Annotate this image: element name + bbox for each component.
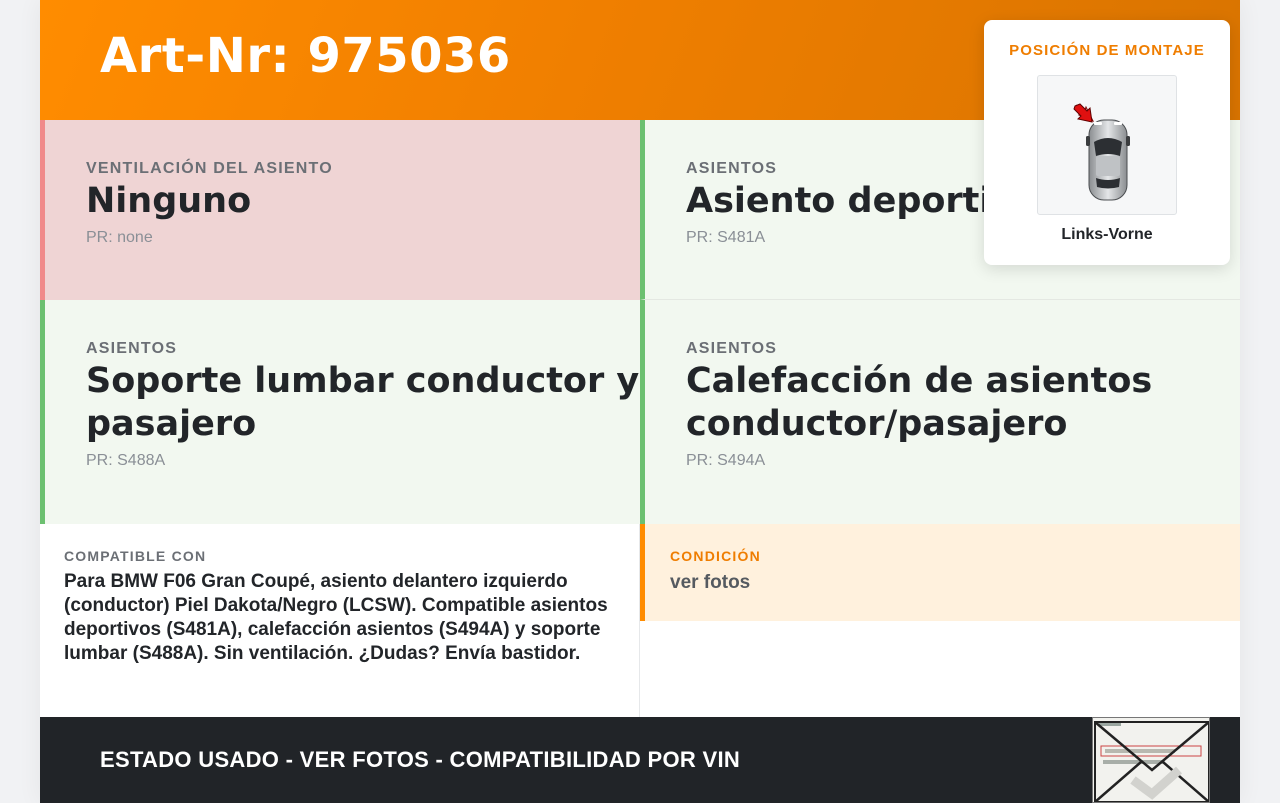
mounting-position-label: POSICIÓN DE MONTAJE — [1009, 42, 1205, 59]
feature-lumbar-support: ASIENTOS Soporte lumbar conductor y pasa… — [40, 300, 640, 524]
feature-value: Soporte lumbar conductor y pasajero — [86, 361, 640, 444]
envelope-icon — [1093, 718, 1209, 802]
article-number: Art-Nr: 975036 — [100, 28, 511, 84]
mounting-position-card: POSICIÓN DE MONTAJE Links-Vorne — [984, 20, 1230, 265]
feature-key: ASIENTOS — [86, 340, 178, 357]
feature-key: VENTILACIÓN DEL ASIENTO — [86, 160, 333, 177]
condition-text: ver fotos — [670, 572, 751, 593]
compatibility-section: COMPATIBLE CON Para BMW F06 Gran Coupé, … — [40, 524, 640, 717]
footer-bar: ESTADO USADO - VER FOTOS - COMPATIBILIDA… — [40, 717, 1240, 803]
condition-label: CONDICIÓN — [670, 548, 761, 564]
feature-pr-code: PR: S488A — [86, 452, 166, 469]
compatibility-label: COMPATIBLE CON — [64, 548, 207, 564]
feature-seat-heating: ASIENTOS Calefacción de asientos conduct… — [640, 300, 1240, 524]
feature-seat-ventilation: VENTILACIÓN DEL ASIENTO Ninguno PR: none — [40, 120, 640, 300]
feature-value: Ninguno — [86, 181, 252, 221]
feature-pr-code: PR: S494A — [686, 452, 766, 469]
mounting-position-caption: Links-Vorne — [1061, 226, 1153, 243]
document-thumbnail[interactable] — [1092, 717, 1210, 803]
car-top-view-icon — [1086, 119, 1130, 201]
footer-text: ESTADO USADO - VER FOTOS - COMPATIBILIDA… — [100, 747, 741, 772]
feature-key: ASIENTOS — [686, 340, 778, 357]
red-arrow-icon — [1073, 103, 1095, 123]
mounting-position-image — [1037, 75, 1177, 215]
condition-section: CONDICIÓN ver fotos — [640, 524, 1240, 621]
feature-value: Calefacción de asientos conductor/pasaje… — [686, 361, 1153, 444]
compatibility-text: Para BMW F06 Gran Coupé, asiento delante… — [64, 571, 608, 664]
feature-pr-code: PR: none — [86, 229, 153, 246]
